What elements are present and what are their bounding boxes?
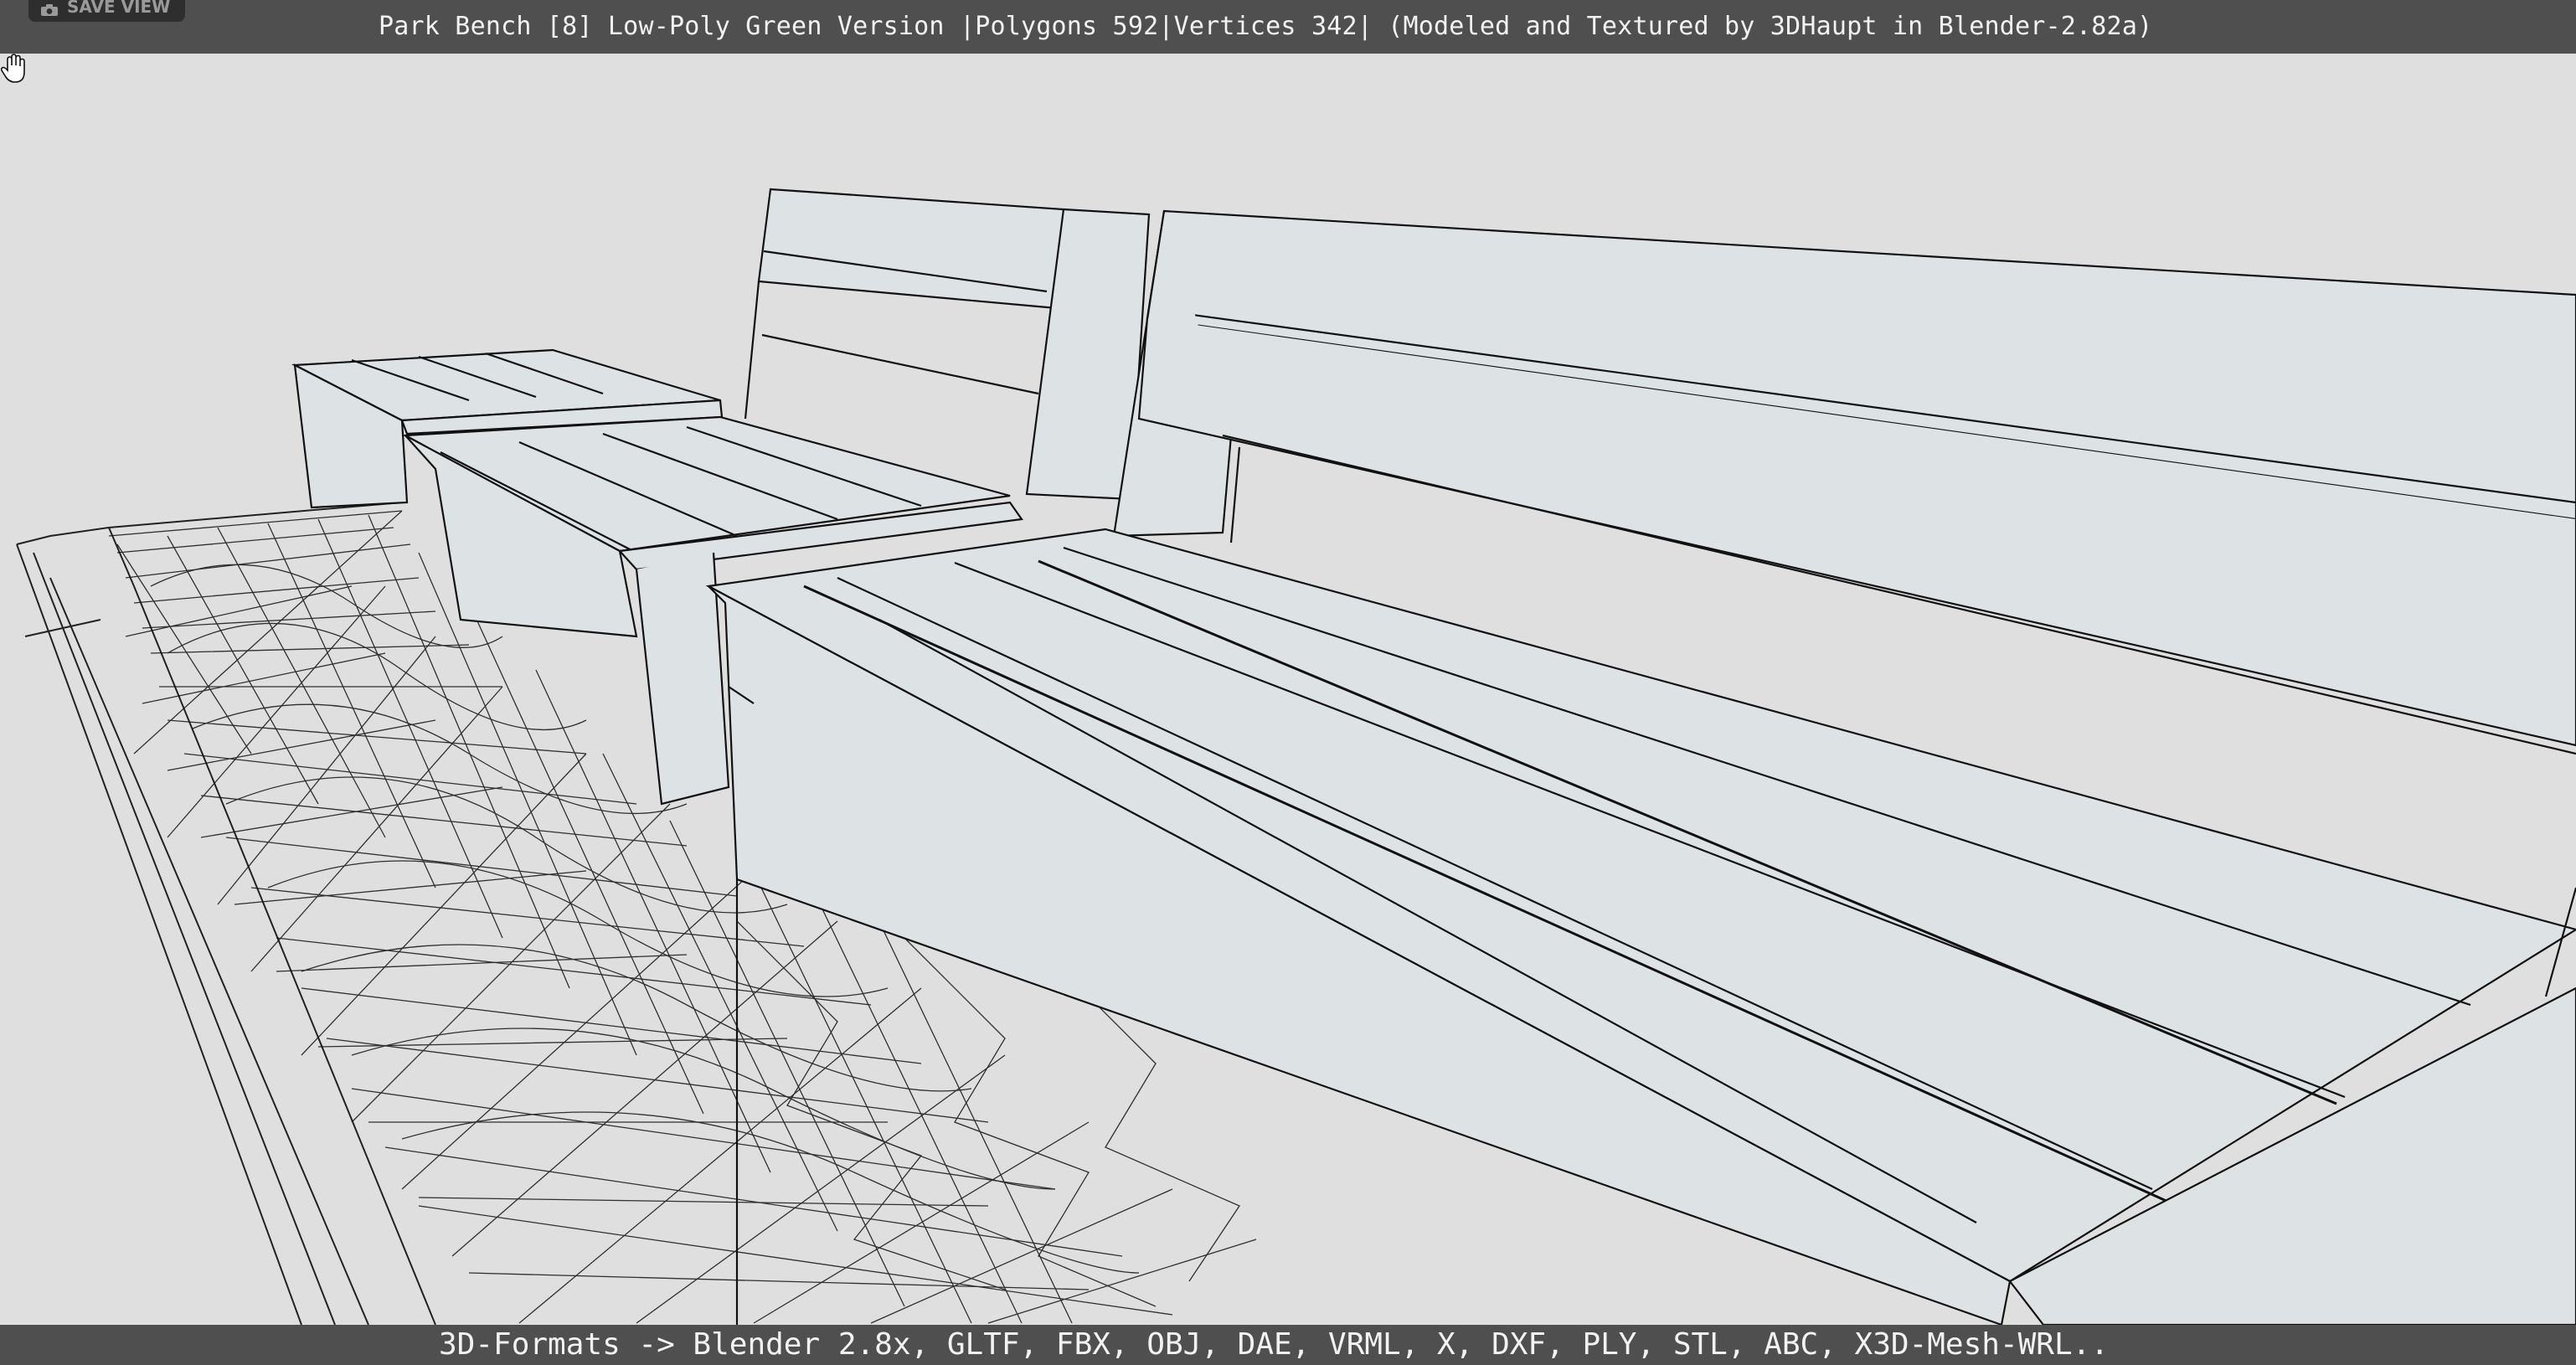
title-bar: SAVE VIEW Park Bench [8] Low-Poly Green … [0, 0, 2576, 54]
planter-frame [16, 502, 436, 1325]
hand-icon [0, 54, 25, 83]
model-title: Park Bench [8] Low-Poly Green Version |P… [379, 12, 2153, 41]
formats-list: 3D-Formats -> Blender 2.8x, GLTF, FBX, O… [439, 1327, 2109, 1362]
3d-viewport[interactable] [0, 54, 2576, 1325]
save-view-button[interactable]: SAVE VIEW [28, 0, 186, 22]
save-view-label: SAVE VIEW [67, 0, 171, 17]
viewer-window: SAVE VIEW Park Bench [8] Low-Poly Green … [0, 0, 2576, 1365]
camera-icon [41, 4, 58, 16]
wireframe-scene[interactable] [0, 54, 2576, 1325]
formats-bar: 3D-Formats -> Blender 2.8x, GLTF, FBX, O… [0, 1325, 2576, 1365]
